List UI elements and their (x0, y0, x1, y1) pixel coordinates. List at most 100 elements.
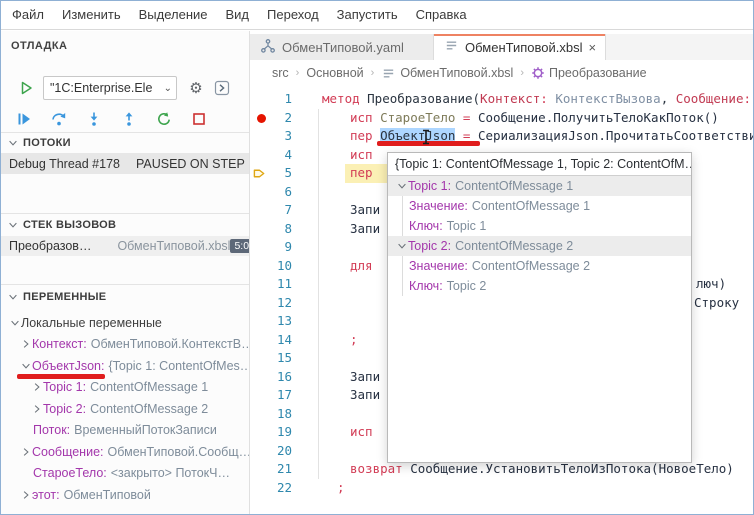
frame-file: ОбменТиповой.xbsl (117, 239, 230, 253)
line-number[interactable]: 4 (250, 146, 292, 165)
line-number[interactable]: 1 (250, 90, 292, 109)
menu-item-Справка[interactable]: Справка (407, 1, 476, 29)
popup-row-Ключ[interactable]: Ключ:Topic 2 (388, 276, 691, 296)
line-number[interactable]: 11 (250, 275, 292, 294)
chevron-right-icon[interactable] (31, 403, 43, 415)
text-cursor (421, 129, 431, 148)
variable-value: <закрыто> ПотокЧ… (111, 466, 230, 480)
line-number[interactable]: 22 (250, 479, 292, 498)
code-line-1[interactable]: 1 метод Преобразование(Контекст: Контекст… (250, 90, 754, 109)
popup-row-Topic 1[interactable]: Topic 1:ContentOfMessage 1 (388, 176, 691, 196)
menu-item-Выделение[interactable]: Выделение (130, 1, 217, 29)
line-number[interactable]: 12 (250, 294, 292, 313)
line-number[interactable]: 14 (250, 331, 292, 350)
chevron-right-icon[interactable] (20, 489, 32, 501)
token: Запи (350, 369, 380, 384)
breadcrumb-item-src[interactable]: src (272, 66, 289, 80)
variable-row-этот[interactable]: этот:ОбменТиповой (1, 484, 249, 506)
continue-button[interactable] (13, 108, 35, 130)
chevron-right-icon[interactable] (31, 381, 43, 393)
code-text: исп (350, 423, 373, 442)
section-threads[interactable]: ПОТОКИ (7, 135, 71, 151)
popup-row-Topic 2[interactable]: Topic 2:ContentOfMessage 2 (388, 236, 691, 256)
line-number[interactable]: 20 (250, 442, 292, 461)
breadcrumb-item-Основной[interactable]: Основной (306, 66, 363, 80)
launch-config-select[interactable]: "1C:Enterprise.Ele ⌄ (43, 76, 177, 100)
divider (1, 213, 249, 214)
breadcrumb: src›Основной›ОбменТиповой.xbsl›Преобразо… (250, 60, 754, 86)
code-editor[interactable]: 1 метод Преобразование(Контекст: Контекст… (250, 86, 754, 515)
variable-value: ОбменТиповой.КонтекстВ… (91, 337, 249, 351)
file-lines-icon (381, 66, 396, 81)
chevron-down-icon (7, 291, 19, 303)
line-number[interactable]: 9 (250, 238, 292, 257)
section-callstack[interactable]: СТЕК ВЫЗОВОВ (7, 217, 116, 233)
chevron-down-icon: ⌄ (164, 83, 172, 94)
variable-row-Контекст[interactable]: Контекст:ОбменТиповой.КонтекстВ… (1, 334, 249, 356)
tab-ОбменТиповой.xbsl[interactable]: ОбменТиповой.xbsl × (434, 34, 606, 60)
chevron-down-icon[interactable] (396, 180, 408, 192)
line-number[interactable]: 3 (250, 127, 292, 146)
line-number[interactable]: 6 (250, 183, 292, 202)
popup-row-Значение[interactable]: Значение:ContentOfMessage 2 (388, 256, 691, 276)
menu-item-Переход[interactable]: Переход (258, 1, 328, 29)
variable-row-Поток[interactable]: Поток:ВременныйПотокЗаписи (1, 420, 249, 442)
line-number[interactable]: 15 (250, 349, 292, 368)
line-number[interactable]: 8 (250, 220, 292, 239)
code-line-2[interactable]: 2исп СтароеТело = Сообщение.ПолучитьТело… (250, 109, 754, 128)
line-number[interactable]: 16 (250, 368, 292, 387)
code-text: метод Преобразование(Контекст: КонтекстВ… (322, 90, 751, 109)
tab-label: ОбменТиповой.xbsl (465, 40, 583, 55)
code-line-22[interactable]: 22 ; (250, 479, 754, 498)
step-out-button[interactable] (118, 108, 140, 130)
popup-row-Значение[interactable]: Значение:ContentOfMessage 1 (388, 196, 691, 216)
chevron-down-icon[interactable] (9, 317, 21, 329)
gear-icon[interactable]: ⚙ (185, 77, 207, 99)
variable-row-Сообщение[interactable]: Сообщение:ОбменТиповой.Сообщ… (1, 441, 249, 463)
open-debug-panel-button[interactable] (211, 77, 233, 99)
thread-row[interactable]: Debug Thread #178 PAUSED ON STEP (1, 153, 249, 174)
tree-guide-line (402, 256, 403, 276)
breadcrumb-item-Преобразование[interactable]: Преобразование (531, 66, 647, 80)
callstack-frame-row[interactable]: Преобразов… ОбменТиповой.xbsl 5:0 (1, 236, 249, 256)
annotation-underline-sidebar (17, 374, 105, 379)
popup-row-Ключ[interactable]: Ключ:Topic 1 (388, 216, 691, 236)
start-debug-button[interactable] (15, 77, 37, 99)
chevron-right-icon[interactable] (20, 446, 32, 458)
step-into-button[interactable] (83, 108, 105, 130)
menu-item-Файл[interactable]: Файл (3, 1, 53, 29)
line-number[interactable]: 18 (250, 405, 292, 424)
code-line-3[interactable]: 3пер ОбъектJson = СериализацияJson.Прочи… (250, 127, 754, 146)
menu-item-Запустить[interactable]: Запустить (328, 1, 407, 29)
line-number[interactable]: 7 (250, 201, 292, 220)
indent-guide (318, 109, 319, 479)
chevron-down-icon[interactable] (20, 360, 32, 372)
step-over-button[interactable] (48, 108, 70, 130)
stop-button[interactable] (188, 108, 210, 130)
close-icon[interactable]: × (589, 40, 597, 55)
line-number[interactable]: 19 (250, 423, 292, 442)
chevron-right-icon[interactable] (20, 338, 32, 350)
line-number[interactable]: 17 (250, 386, 292, 405)
variable-row-Локальные переменные[interactable]: Локальные переменные (1, 312, 249, 334)
app-window: ФайлИзменитьВыделениеВидПереходЗапустить… (0, 0, 754, 515)
code-text: исп СтароеТело = Сообщение.ПолучитьТелоК… (350, 109, 719, 128)
breadcrumb-item-ОбменТиповой.xbsl[interactable]: ОбменТиповой.xbsl (381, 66, 513, 81)
variable-row-СтароеТело[interactable]: СтароеТело:<закрыто> ПотокЧ… (1, 463, 249, 485)
popup-entry-value: Topic 1 (447, 219, 487, 233)
section-variables[interactable]: ПЕРЕМЕННЫЕ (7, 289, 106, 305)
menu-item-Вид[interactable]: Вид (217, 1, 259, 29)
variable-row-Topic 1[interactable]: Topic 1:ContentOfMessage 1 (1, 377, 249, 399)
restart-button[interactable] (153, 108, 175, 130)
menu-item-Изменить[interactable]: Изменить (53, 1, 130, 29)
tab-ОбменТиповой.yaml[interactable]: ОбменТиповой.yaml (250, 34, 434, 60)
line-number[interactable]: 10 (250, 257, 292, 276)
breakpoint-dot[interactable] (257, 114, 266, 123)
variable-row-Topic 2[interactable]: Topic 2:ContentOfMessage 2 (1, 398, 249, 420)
breadcrumb-separator: › (296, 67, 300, 79)
chevron-down-icon[interactable] (396, 240, 408, 252)
line-number[interactable]: 13 (250, 312, 292, 331)
line-number[interactable]: 21 (250, 460, 292, 479)
divider (1, 284, 249, 285)
tree-guide-line (402, 216, 403, 236)
